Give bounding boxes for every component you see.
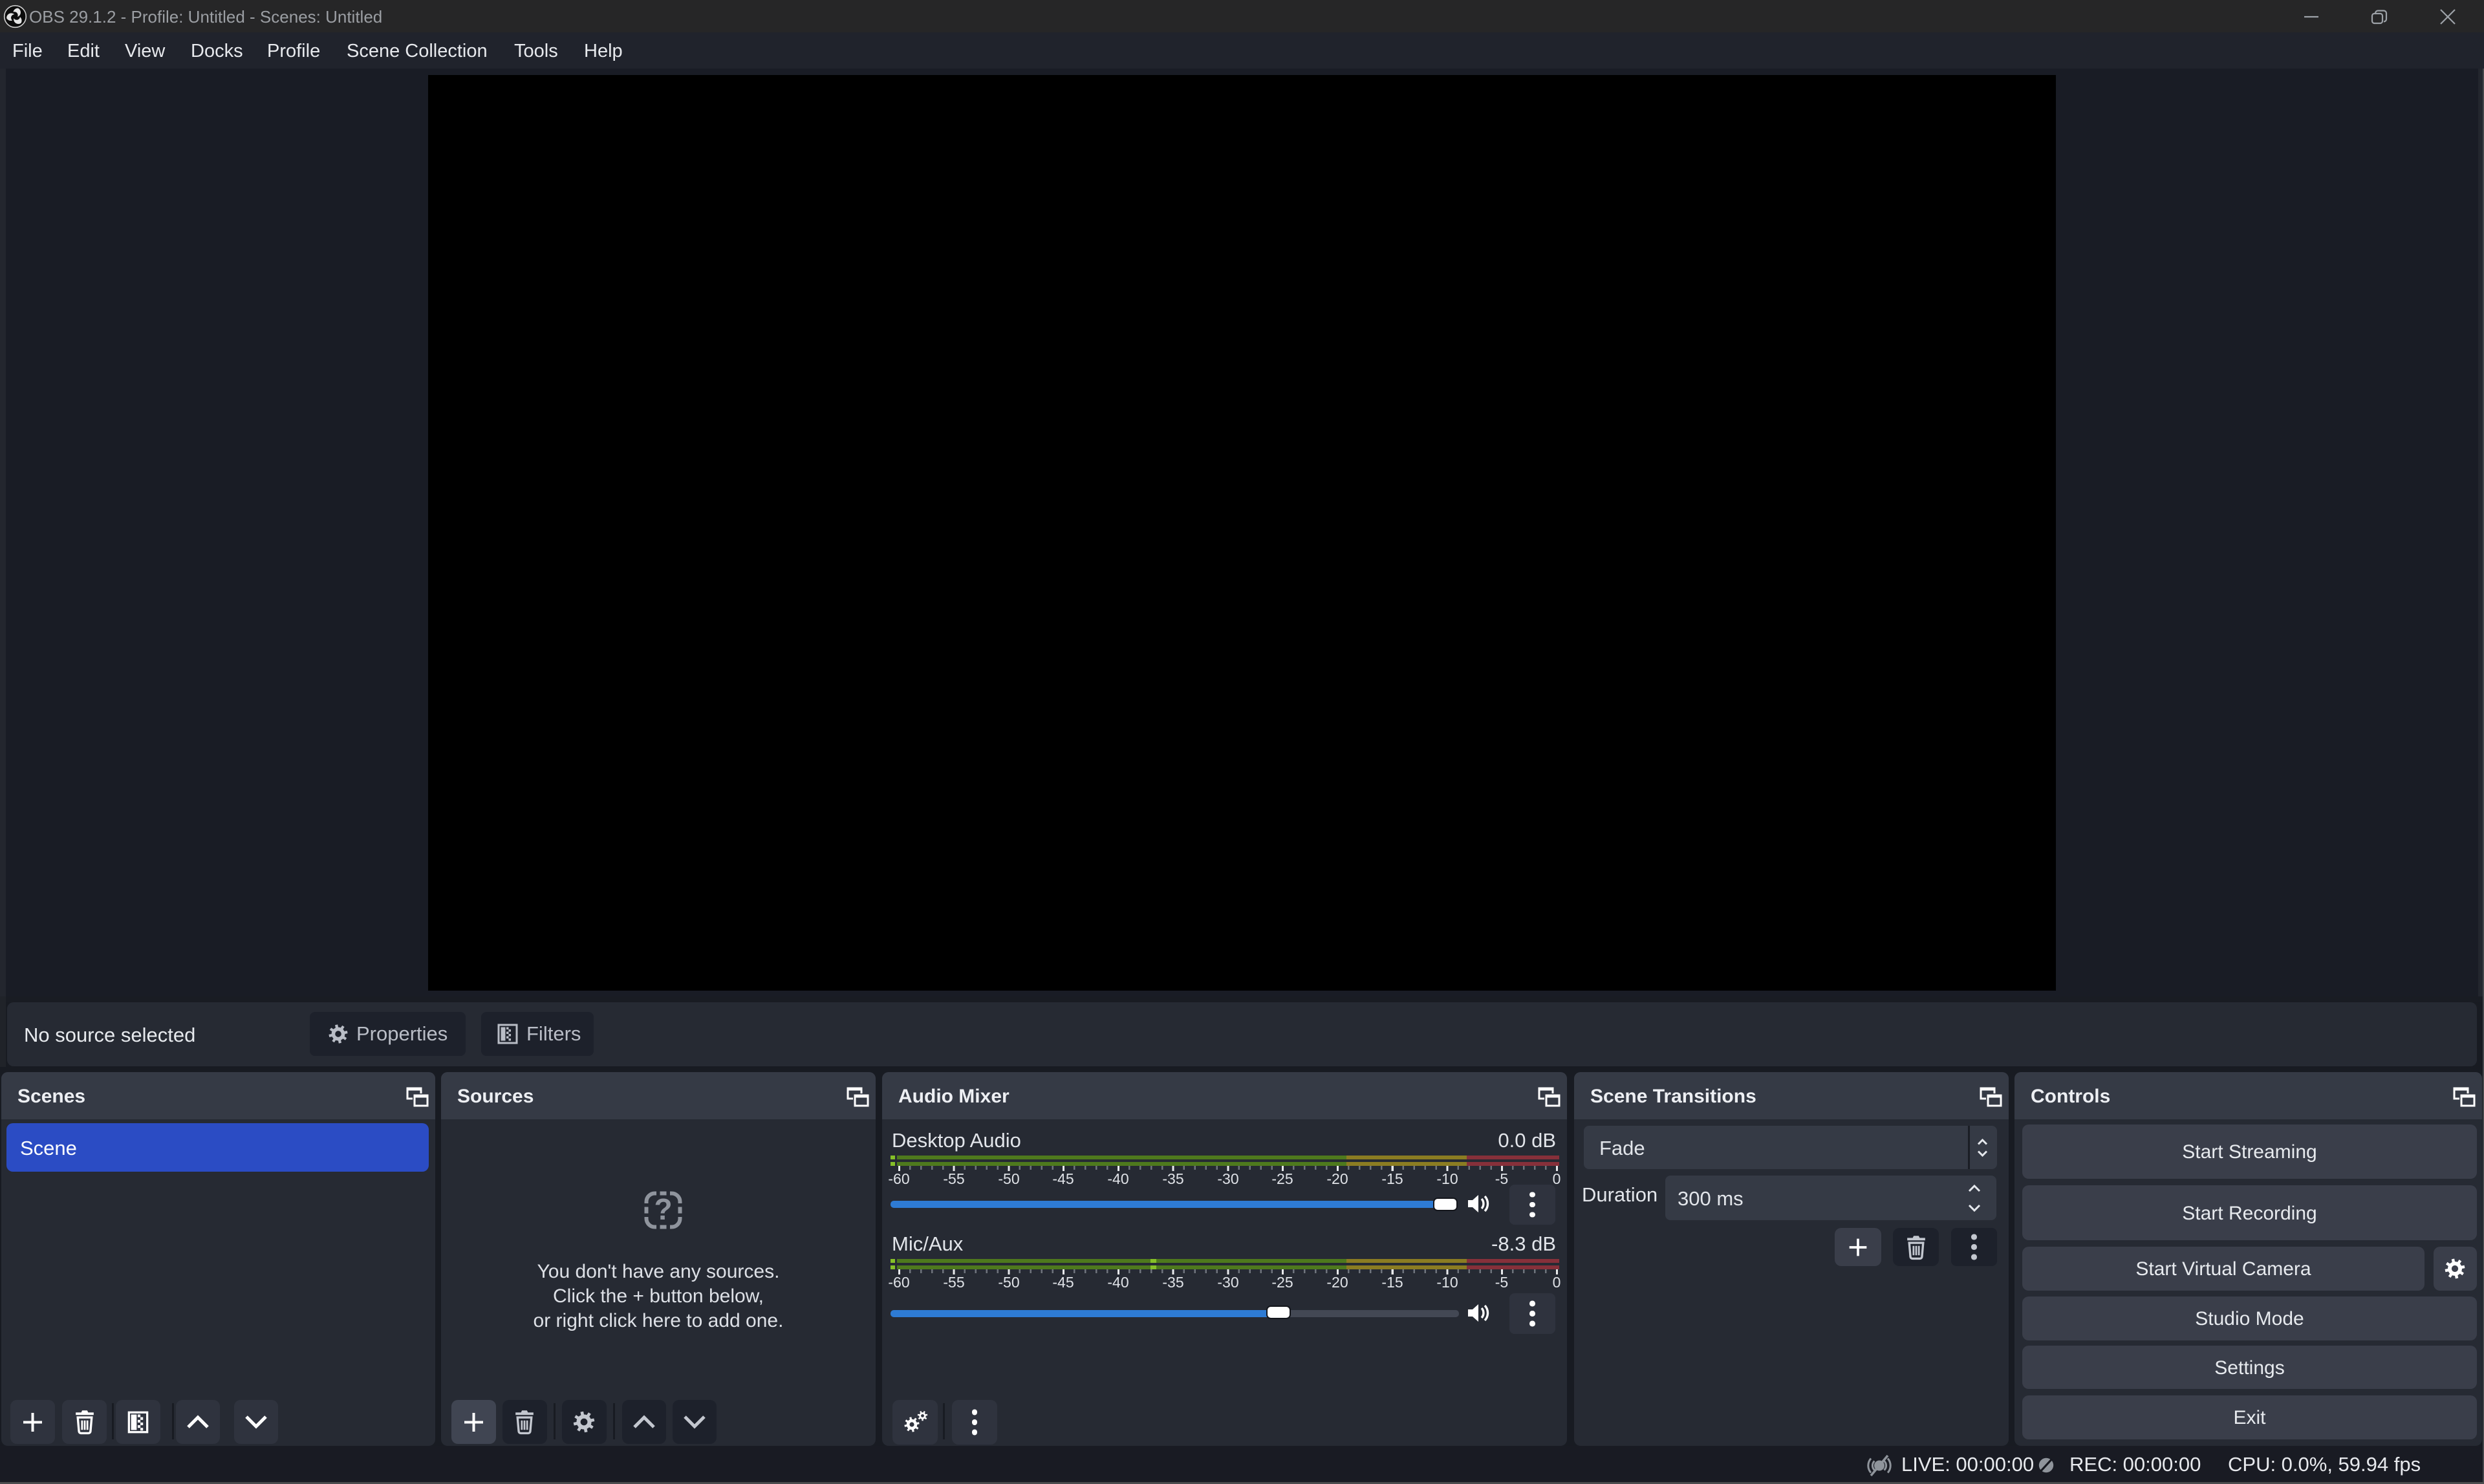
svg-text:?: ? (654, 1192, 672, 1226)
